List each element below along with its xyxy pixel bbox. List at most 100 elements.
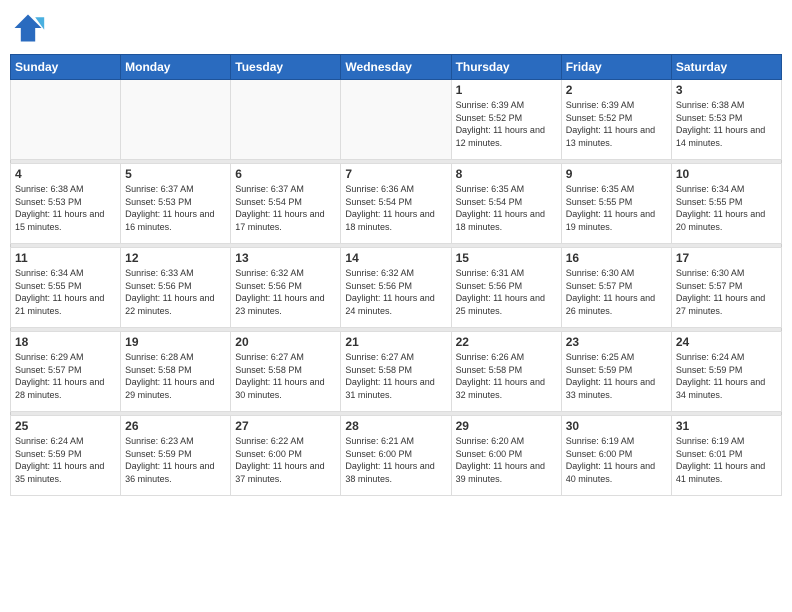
calendar-day-cell: 30 Sunrise: 6:19 AM Sunset: 6:00 PM Dayli…: [561, 416, 671, 496]
day-number: 21: [345, 335, 446, 349]
calendar-week-row: 11Sunrise: 6:34 AM Sunset: 5:55 PM Dayli…: [11, 248, 782, 328]
day-number: 17: [676, 251, 777, 265]
day-info: Sunrise: 6:39 AM Sunset: 5:52 PM Dayligh…: [566, 99, 667, 149]
day-info: Sunrise: 6:39 AM Sunset: 5:52 PM Dayligh…: [456, 99, 557, 149]
day-number: 31: [676, 419, 777, 433]
day-number: 13: [235, 251, 336, 265]
day-info: Sunrise: 6:37 AM Sunset: 5:53 PM Dayligh…: [125, 183, 226, 233]
calendar-day-cell: 18 Sunrise: 6:29 AM Sunset: 5:57 PM Dayli…: [11, 332, 121, 412]
calendar-day-cell: 21 Sunrise: 6:27 AM Sunset: 5:58 PM Dayli…: [341, 332, 451, 412]
day-of-week-header: Friday: [561, 55, 671, 80]
day-number: 27: [235, 419, 336, 433]
day-info: Sunrise: 6:26 AM Sunset: 5:58 PM Dayligh…: [456, 351, 557, 401]
calendar-day-cell: 9 Sunrise: 6:35 AM Sunset: 5:55 PM Daylig…: [561, 164, 671, 244]
calendar-day-cell: 2 Sunrise: 6:39 AM Sunset: 5:52 PM Daylig…: [561, 80, 671, 160]
calendar-table: SundayMondayTuesdayWednesdayThursdayFrid…: [10, 54, 782, 496]
day-info: Sunrise: 6:22 AM Sunset: 6:00 PM Dayligh…: [235, 435, 336, 485]
calendar-day-cell: [341, 80, 451, 160]
calendar-day-cell: 1 Sunrise: 6:39 AM Sunset: 5:52 PM Daylig…: [451, 80, 561, 160]
day-info: Sunrise: 6:38 AM Sunset: 5:53 PM Dayligh…: [15, 183, 116, 233]
logo-icon: [10, 10, 46, 46]
day-info: Sunrise: 6:25 AM Sunset: 5:59 PM Dayligh…: [566, 351, 667, 401]
day-info: Sunrise: 6:24 AM Sunset: 5:59 PM Dayligh…: [676, 351, 777, 401]
day-number: 6: [235, 167, 336, 181]
day-number: 8: [456, 167, 557, 181]
calendar-week-row: 18 Sunrise: 6:29 AM Sunset: 5:57 PM Dayli…: [11, 332, 782, 412]
day-info: Sunrise: 6:30 AM Sunset: 5:57 PM Dayligh…: [566, 267, 667, 317]
day-info: Sunrise: 6:37 AM Sunset: 5:54 PM Dayligh…: [235, 183, 336, 233]
calendar-day-cell: [231, 80, 341, 160]
calendar-day-cell: 16 Sunrise: 6:30 AM Sunset: 5:57 PM Dayli…: [561, 248, 671, 328]
calendar-day-cell: 15 Sunrise: 6:31 AM Sunset: 5:56 PM Dayli…: [451, 248, 561, 328]
day-number: 25: [15, 419, 116, 433]
calendar-day-cell: 26 Sunrise: 6:23 AM Sunset: 5:59 PM Dayli…: [121, 416, 231, 496]
calendar-day-cell: 12 Sunrise: 6:33 AM Sunset: 5:56 PM Dayli…: [121, 248, 231, 328]
day-number: 18: [15, 335, 116, 349]
calendar-week-row: 4 Sunrise: 6:38 AM Sunset: 5:53 PM Daylig…: [11, 164, 782, 244]
day-number: 3: [676, 83, 777, 97]
calendar-day-cell: 31 Sunrise: 6:19 AM Sunset: 6:01 PM Dayli…: [671, 416, 781, 496]
calendar-day-cell: [121, 80, 231, 160]
calendar-day-cell: 13 Sunrise: 6:32 AM Sunset: 5:56 PM Dayli…: [231, 248, 341, 328]
day-number: 28: [345, 419, 446, 433]
day-info: Sunrise: 6:32 AM Sunset: 5:56 PM Dayligh…: [345, 267, 446, 317]
day-info: Sunrise: 6:19 AM Sunset: 6:00 PM Dayligh…: [566, 435, 667, 485]
calendar-day-cell: 25Sunrise: 6:24 AM Sunset: 5:59 PM Dayli…: [11, 416, 121, 496]
day-number: 30: [566, 419, 667, 433]
day-number: 29: [456, 419, 557, 433]
calendar-day-cell: 22Sunrise: 6:26 AM Sunset: 5:58 PM Dayli…: [451, 332, 561, 412]
logo: [10, 10, 50, 46]
day-number: 4: [15, 167, 116, 181]
day-of-week-header: Monday: [121, 55, 231, 80]
day-number: 15: [456, 251, 557, 265]
calendar-day-cell: 7Sunrise: 6:36 AM Sunset: 5:54 PM Daylig…: [341, 164, 451, 244]
day-info: Sunrise: 6:20 AM Sunset: 6:00 PM Dayligh…: [456, 435, 557, 485]
day-of-week-header: Thursday: [451, 55, 561, 80]
day-number: 1: [456, 83, 557, 97]
calendar-day-cell: 24 Sunrise: 6:24 AM Sunset: 5:59 PM Dayli…: [671, 332, 781, 412]
day-number: 16: [566, 251, 667, 265]
day-info: Sunrise: 6:21 AM Sunset: 6:00 PM Dayligh…: [345, 435, 446, 485]
day-number: 10: [676, 167, 777, 181]
calendar-day-cell: 8Sunrise: 6:35 AM Sunset: 5:54 PM Daylig…: [451, 164, 561, 244]
day-of-week-header: Tuesday: [231, 55, 341, 80]
day-info: Sunrise: 6:29 AM Sunset: 5:57 PM Dayligh…: [15, 351, 116, 401]
calendar-day-cell: 29 Sunrise: 6:20 AM Sunset: 6:00 PM Dayli…: [451, 416, 561, 496]
day-info: Sunrise: 6:19 AM Sunset: 6:01 PM Dayligh…: [676, 435, 777, 485]
day-of-week-header: Wednesday: [341, 55, 451, 80]
day-info: Sunrise: 6:23 AM Sunset: 5:59 PM Dayligh…: [125, 435, 226, 485]
calendar-week-row: 1 Sunrise: 6:39 AM Sunset: 5:52 PM Daylig…: [11, 80, 782, 160]
page-header: [10, 10, 782, 46]
day-number: 2: [566, 83, 667, 97]
calendar-week-row: 25Sunrise: 6:24 AM Sunset: 5:59 PM Dayli…: [11, 416, 782, 496]
calendar-day-cell: 20 Sunrise: 6:27 AM Sunset: 5:58 PM Dayli…: [231, 332, 341, 412]
calendar-day-cell: 6 Sunrise: 6:37 AM Sunset: 5:54 PM Daylig…: [231, 164, 341, 244]
day-number: 24: [676, 335, 777, 349]
day-number: 26: [125, 419, 226, 433]
calendar-day-cell: 14 Sunrise: 6:32 AM Sunset: 5:56 PM Dayli…: [341, 248, 451, 328]
day-number: 14: [345, 251, 446, 265]
calendar-day-cell: 11Sunrise: 6:34 AM Sunset: 5:55 PM Dayli…: [11, 248, 121, 328]
day-number: 12: [125, 251, 226, 265]
day-info: Sunrise: 6:27 AM Sunset: 5:58 PM Dayligh…: [235, 351, 336, 401]
day-of-week-header: Saturday: [671, 55, 781, 80]
day-info: Sunrise: 6:38 AM Sunset: 5:53 PM Dayligh…: [676, 99, 777, 149]
calendar-header-row: SundayMondayTuesdayWednesdayThursdayFrid…: [11, 55, 782, 80]
day-number: 5: [125, 167, 226, 181]
calendar-day-cell: 5 Sunrise: 6:37 AM Sunset: 5:53 PM Daylig…: [121, 164, 231, 244]
day-info: Sunrise: 6:35 AM Sunset: 5:55 PM Dayligh…: [566, 183, 667, 233]
day-number: 7: [345, 167, 446, 181]
day-number: 19: [125, 335, 226, 349]
day-info: Sunrise: 6:33 AM Sunset: 5:56 PM Dayligh…: [125, 267, 226, 317]
day-number: 20: [235, 335, 336, 349]
calendar-day-cell: 4 Sunrise: 6:38 AM Sunset: 5:53 PM Daylig…: [11, 164, 121, 244]
day-info: Sunrise: 6:32 AM Sunset: 5:56 PM Dayligh…: [235, 267, 336, 317]
day-info: Sunrise: 6:31 AM Sunset: 5:56 PM Dayligh…: [456, 267, 557, 317]
calendar-day-cell: 23 Sunrise: 6:25 AM Sunset: 5:59 PM Dayli…: [561, 332, 671, 412]
day-number: 9: [566, 167, 667, 181]
calendar-day-cell: 3 Sunrise: 6:38 AM Sunset: 5:53 PM Daylig…: [671, 80, 781, 160]
day-of-week-header: Sunday: [11, 55, 121, 80]
day-info: Sunrise: 6:27 AM Sunset: 5:58 PM Dayligh…: [345, 351, 446, 401]
day-info: Sunrise: 6:34 AM Sunset: 5:55 PM Dayligh…: [15, 267, 116, 317]
day-number: 23: [566, 335, 667, 349]
